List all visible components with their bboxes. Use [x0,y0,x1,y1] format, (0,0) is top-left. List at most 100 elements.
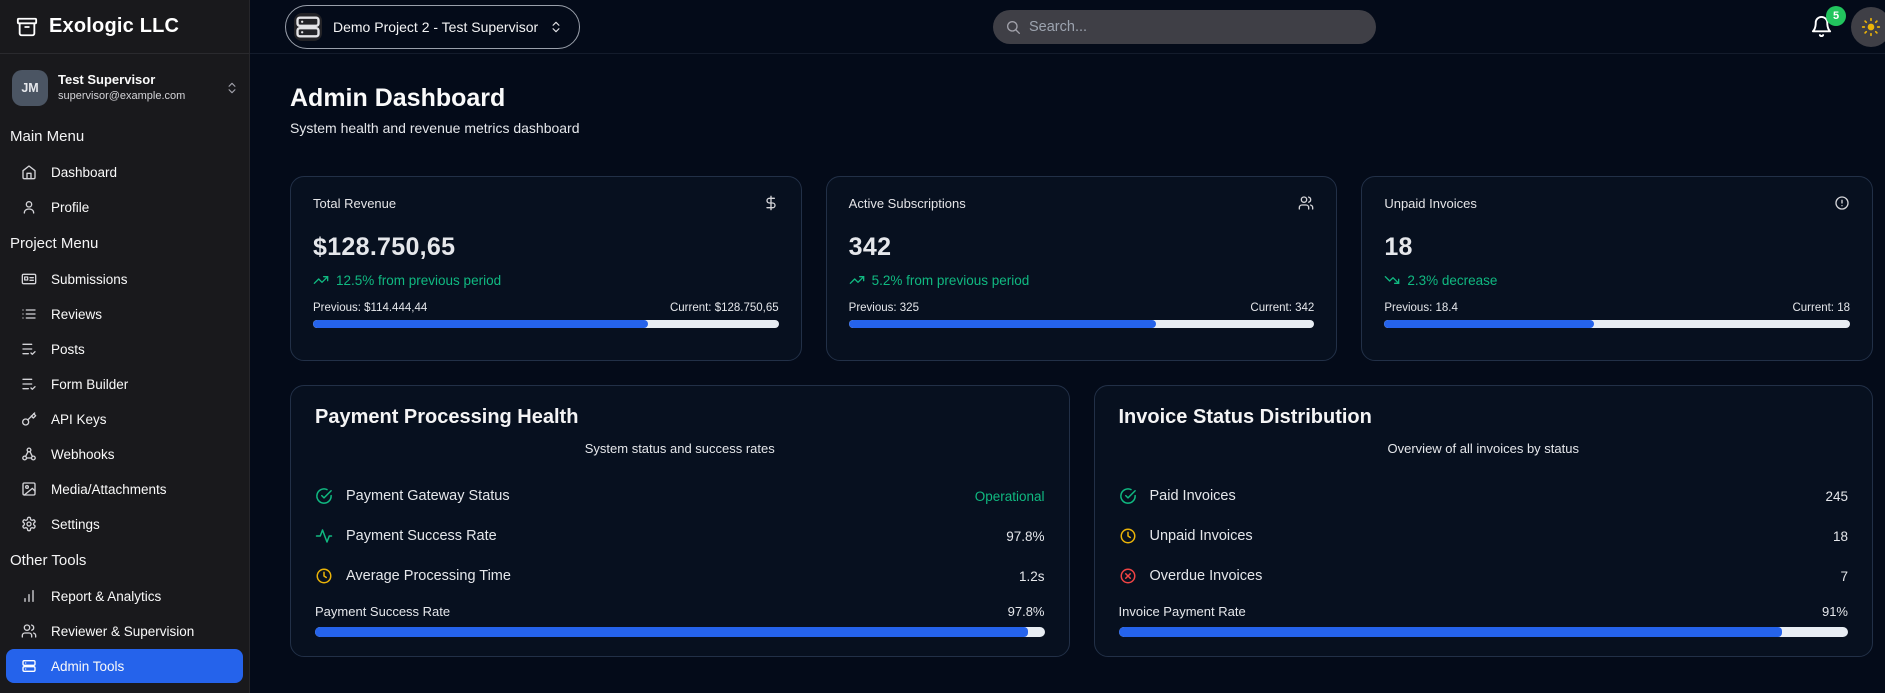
sidebar-header: Exologic LLC [0,0,250,54]
panel-row-value: 1.2s [1019,569,1045,584]
home-icon [21,164,37,180]
webhook-icon [21,446,37,462]
progress-bar [313,320,779,328]
sidebar-item-webhooks[interactable]: Webhooks [6,437,243,471]
user-menu[interactable]: JM Test Supervisor supervisor@example.co… [12,66,239,110]
panel-row-label: Overdue Invoices [1150,568,1828,584]
sidebar: JM Test Supervisor supervisor@example.co… [0,54,250,693]
sidebar-item-report-analytics[interactable]: Report & Analytics [6,579,243,613]
clock-icon [1119,527,1137,545]
panel-row-paid-invoices: Paid Invoices 245 [1119,476,1849,516]
stat-card-change: 12.5% from previous period [313,272,779,288]
search-icon [1005,19,1021,35]
list-checks-icon [21,376,37,392]
top-bar: Exologic LLC Demo Project 2 - Test Super… [0,0,1885,54]
panel-title: Invoice Status Distribution [1119,406,1849,429]
panels-row: Payment Processing Health System status a… [290,385,1873,657]
sidebar-item-reviewer-supervision[interactable]: Reviewer & Supervision [6,614,243,648]
sidebar-item-label: API Keys [51,412,107,427]
panel-row-value: 7 [1840,569,1848,584]
panel-title: Payment Processing Health [315,406,1045,429]
progress-bar-fill [315,627,1028,637]
panel-row-label: Unpaid Invoices [1150,528,1820,544]
sidebar-item-media-attachments[interactable]: Media/Attachments [6,472,243,506]
panel-row-unpaid-invoices: Unpaid Invoices 18 [1119,516,1849,556]
activity-icon [315,527,333,545]
sidebar-item-reviews[interactable]: Reviews [6,297,243,331]
progress-bar-fill [1119,627,1783,637]
panel-row-label: Paid Invoices [1150,488,1813,504]
trending-up-icon [313,272,329,288]
progress-bar [1119,627,1849,637]
sidebar-item-label: Report & Analytics [51,589,161,604]
panel-rows: Payment Gateway StatusOperationalPayment… [315,476,1045,596]
sidebar-item-profile[interactable]: Profile [6,190,243,224]
stat-card-change-text: 5.2% from previous period [872,273,1030,288]
sidebar-item-label: Settings [51,517,100,532]
stat-card-title: Unpaid Invoices [1384,196,1477,211]
user-name: Test Supervisor [58,72,215,89]
sidebar-item-label: Reviewer & Supervision [51,624,194,639]
sidebar-item-label: Posts [51,342,85,357]
stat-card-active-subscriptions: Active Subscriptions3425.2% from previou… [826,176,1338,361]
avatar: JM [12,70,48,106]
stat-cards-row: Total Revenue $128.750,65 12.5% from previ… [290,176,1873,361]
search-input[interactable] [993,10,1376,44]
sidebar-item-api-keys[interactable]: API Keys [6,402,243,436]
stat-card-value: 18 [1384,233,1850,262]
nav-section-title-project-menu: Project Menu [0,225,249,261]
progress-bar-fill [849,320,1156,328]
dollar-icon [763,195,779,211]
panel-row-payment-success-rate: Payment Success Rate97.8% [315,516,1045,556]
panel-footer-label: Payment Success Rate [315,604,450,619]
user-icon [21,199,37,215]
panel-footer: Invoice Payment Rate91% [1119,604,1849,619]
users-icon [21,623,37,639]
progress-bar [1384,320,1850,328]
brand-name: Exologic LLC [49,15,179,38]
theme-toggle-button[interactable] [1851,7,1885,47]
notifications-button[interactable]: 5 [1810,15,1833,38]
sidebar-item-label: Form Builder [51,377,128,392]
panel-row-value: 97.8% [1006,529,1044,544]
current-value-label: Current: $128.750,65 [670,302,779,314]
sidebar-item-submissions[interactable]: Submissions [6,262,243,296]
sidebar-item-form-builder[interactable]: Form Builder [6,367,243,401]
search-bar [993,10,1376,44]
user-email: supervisor@example.com [58,89,215,103]
sidebar-item-label: Dashboard [51,165,117,180]
previous-value-label: Previous: $114.444,44 [313,302,427,314]
panel-payment-processing-health: Payment Processing Health System status a… [290,385,1070,657]
bar-chart-icon [21,588,37,604]
trending-down-icon [1384,272,1400,288]
alert-circle-icon [1834,195,1850,211]
main-content: Admin Dashboard System health and revenu… [250,54,1885,693]
stat-card-value: $128.750,65 [313,233,779,262]
progress-bar-fill [313,320,648,328]
nav-section-title-other-tools: Other Tools [0,542,249,578]
panel-subtitle: System status and success rates [315,441,1045,456]
sidebar-item-settings[interactable]: Settings [6,507,243,541]
stat-card-change: 5.2% from previous period [849,272,1315,288]
sidebar-item-admin-tools[interactable]: Admin Tools [6,649,243,683]
panel-row-average-processing-time: Average Processing Time 1.2s [315,556,1045,596]
progress-bar [315,627,1045,637]
sidebar-item-label: Media/Attachments [51,482,167,497]
panel-row-value: 245 [1825,489,1848,504]
stat-card-total-revenue: Total Revenue $128.750,65 12.5% from previ… [290,176,802,361]
stat-card-header: Total Revenue [313,195,779,211]
sidebar-item-posts[interactable]: Posts [6,332,243,366]
sidebar-item-label: Submissions [51,272,128,287]
stat-card-header: Active Subscriptions [849,195,1315,211]
trending-up-icon [849,272,865,288]
page-title: Admin Dashboard [290,84,1873,113]
panel-row-value: 18 [1833,529,1848,544]
sidebar-item-dashboard[interactable]: Dashboard [6,155,243,189]
panel-row-label: Average Processing Time [346,568,1006,584]
page-subtitle: System health and revenue metrics dashbo… [290,120,1873,136]
stat-card-compare: Previous: 18.4Current: 18 [1384,302,1850,314]
server-icon [294,13,322,41]
project-selector[interactable]: Demo Project 2 - Test Supervisor [285,5,580,49]
current-value-label: Current: 18 [1792,302,1850,314]
sidebar-item-label: Profile [51,200,89,215]
